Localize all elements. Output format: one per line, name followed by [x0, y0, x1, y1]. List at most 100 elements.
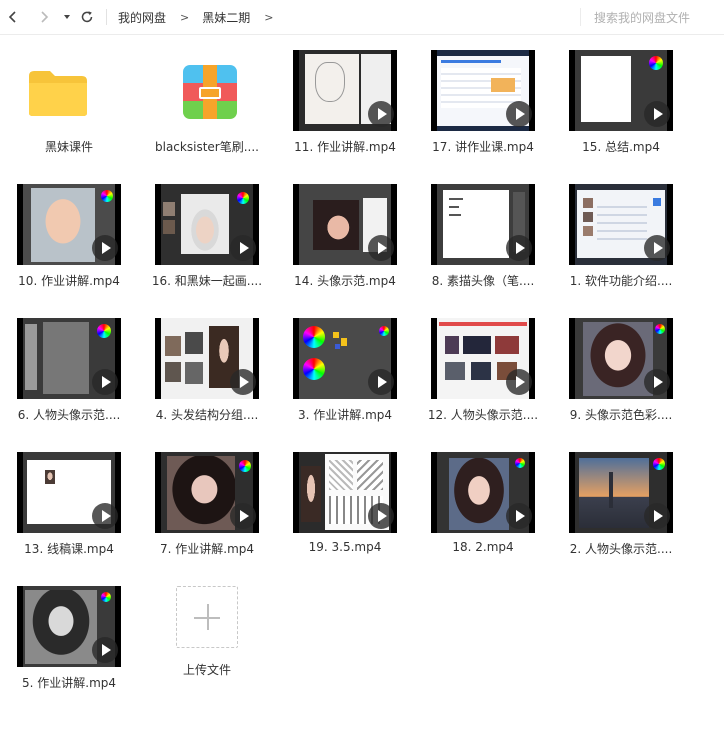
- caret-down-icon: [64, 15, 70, 19]
- breadcrumb-separator: >: [180, 10, 190, 24]
- play-icon: [230, 503, 256, 529]
- play-icon: [92, 369, 118, 395]
- play-icon: [644, 369, 670, 395]
- video-item[interactable]: 14. 头像示范.mp4: [276, 169, 414, 297]
- video-thumbnail: [293, 452, 397, 533]
- video-thumbnail: [155, 452, 259, 533]
- video-item[interactable]: 10. 作业讲解.mp4: [0, 169, 138, 297]
- video-item[interactable]: 4. 头发结构分组....: [138, 303, 276, 431]
- video-item[interactable]: 16. 和黑妹一起画....: [138, 169, 276, 297]
- video-item[interactable]: 9. 头像示范色彩....: [552, 303, 690, 431]
- search-input[interactable]: 搜索我的网盘文件: [580, 8, 724, 26]
- video-thumbnail: [17, 586, 121, 667]
- video-thumbnail: [17, 318, 121, 399]
- video-item[interactable]: 2. 人物头像示范....: [552, 437, 690, 565]
- play-icon: [368, 503, 394, 529]
- video-thumbnail: [293, 184, 397, 265]
- upload-button[interactable]: 上传文件: [138, 571, 276, 699]
- file-name-label: 12. 人物头像示范....: [427, 408, 539, 422]
- play-icon: [368, 235, 394, 261]
- play-icon: [368, 101, 394, 127]
- file-name-label: 8. 素描头像（笔....: [431, 274, 535, 288]
- file-name-label: 11. 作业讲解.mp4: [294, 140, 396, 154]
- file-name-label: 19. 3.5.mp4: [308, 540, 382, 554]
- forward-button[interactable]: [33, 6, 55, 28]
- file-name-label: 7. 作业讲解.mp4: [159, 542, 255, 556]
- file-name-label: 13. 线稿课.mp4: [24, 542, 114, 556]
- file-name-label: 5. 作业讲解.mp4: [21, 676, 117, 690]
- file-name-label: 上传文件: [182, 663, 231, 677]
- video-thumbnail: [569, 50, 673, 131]
- video-item[interactable]: 13. 线稿课.mp4: [0, 437, 138, 565]
- archive-item[interactable]: blacksister笔刷....: [138, 35, 276, 163]
- file-name-label: 3. 作业讲解.mp4: [297, 408, 393, 422]
- play-icon: [506, 503, 532, 529]
- breadcrumb-root[interactable]: 我的网盘: [118, 9, 166, 26]
- play-icon: [92, 235, 118, 261]
- toolbar-divider: [106, 9, 107, 25]
- video-item[interactable]: 12. 人物头像示范....: [414, 303, 552, 431]
- video-thumbnail: [431, 184, 535, 265]
- file-name-label: 18. 2.mp4: [452, 540, 514, 554]
- play-icon: [368, 369, 394, 395]
- video-thumbnail: [17, 184, 121, 265]
- play-icon: [644, 101, 670, 127]
- toolbar: 我的网盘 > 黑妹二期 > 搜索我的网盘文件: [0, 0, 724, 35]
- folder-icon: [27, 68, 89, 118]
- play-icon: [506, 235, 532, 261]
- video-thumbnail: [293, 50, 397, 131]
- file-name-label: 14. 头像示范.mp4: [294, 274, 396, 288]
- breadcrumb-separator[interactable]: >: [264, 11, 273, 24]
- video-thumbnail: [293, 318, 397, 399]
- file-name-label: 4. 头发结构分组....: [155, 408, 259, 422]
- breadcrumb: 我的网盘 > 黑妹二期 >: [118, 0, 286, 34]
- file-name-label: 15. 总结.mp4: [582, 140, 660, 154]
- plus-icon: [176, 586, 238, 648]
- video-item[interactable]: 3. 作业讲解.mp4: [276, 303, 414, 431]
- video-item[interactable]: 1. 软件功能介绍....: [552, 169, 690, 297]
- back-button[interactable]: [2, 6, 24, 28]
- refresh-icon: [81, 11, 93, 23]
- video-item[interactable]: 5. 作业讲解.mp4: [0, 571, 138, 699]
- file-name-label: 9. 头像示范色彩....: [569, 408, 673, 422]
- play-icon: [506, 369, 532, 395]
- refresh-button[interactable]: [76, 6, 98, 28]
- file-name-label: 黑妹课件: [44, 140, 93, 154]
- play-icon: [92, 637, 118, 663]
- video-item[interactable]: 17. 讲作业课.mp4: [414, 35, 552, 163]
- video-thumbnail: [431, 452, 535, 533]
- breadcrumb-current[interactable]: 黑妹二期: [202, 9, 250, 26]
- video-thumbnail: [155, 318, 259, 399]
- play-icon: [506, 101, 532, 127]
- history-dropdown[interactable]: [56, 6, 78, 28]
- file-name-label: 16. 和黑妹一起画....: [151, 274, 263, 288]
- video-thumbnail: [17, 452, 121, 533]
- video-item[interactable]: 19. 3.5.mp4: [276, 437, 414, 565]
- file-name-label: 10. 作业讲解.mp4: [18, 274, 120, 288]
- file-name-label: 1. 软件功能介绍....: [569, 274, 673, 288]
- folder-item[interactable]: 黑妹课件: [0, 35, 138, 163]
- search-placeholder: 搜索我的网盘文件: [594, 10, 691, 25]
- video-item[interactable]: 15. 总结.mp4: [552, 35, 690, 163]
- zip-archive-icon: [183, 65, 237, 119]
- chevron-right-icon: [41, 11, 49, 23]
- video-thumbnail: [569, 452, 673, 533]
- play-icon: [644, 235, 670, 261]
- video-item[interactable]: 18. 2.mp4: [414, 437, 552, 565]
- video-thumbnail: [431, 50, 535, 131]
- file-name-label: 17. 讲作业课.mp4: [432, 140, 534, 154]
- video-item[interactable]: 6. 人物头像示范....: [0, 303, 138, 431]
- video-thumbnail: [431, 318, 535, 399]
- video-item[interactable]: 8. 素描头像（笔....: [414, 169, 552, 297]
- video-thumbnail: [155, 184, 259, 265]
- play-icon: [92, 503, 118, 529]
- play-icon: [644, 503, 670, 529]
- file-name-label: 2. 人物头像示范....: [569, 542, 673, 556]
- video-thumbnail: [569, 184, 673, 265]
- video-thumbnail: [569, 318, 673, 399]
- video-item[interactable]: 7. 作业讲解.mp4: [138, 437, 276, 565]
- video-item[interactable]: 11. 作业讲解.mp4: [276, 35, 414, 163]
- file-name-label: 6. 人物头像示范....: [17, 408, 121, 422]
- file-name-label: blacksister笔刷....: [155, 140, 259, 154]
- chevron-left-icon: [8, 11, 16, 23]
